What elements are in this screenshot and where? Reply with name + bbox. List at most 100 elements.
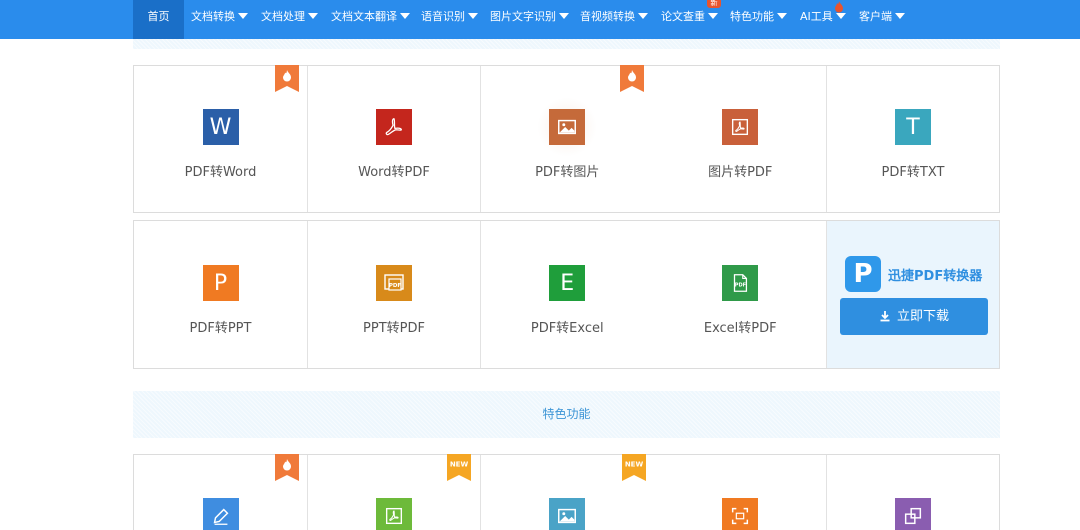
tool-pair-cell: NEW [481, 454, 827, 530]
txt-icon: T [895, 109, 931, 145]
tool-pdf-to-ppt[interactable]: P PDF转PPT [134, 221, 308, 368]
new-ribbon-text: NEW [450, 461, 469, 469]
flame-icon [835, 1, 843, 13]
image-icon [549, 109, 586, 145]
tool-pair-cell: PDF转图片 图片转PDF [481, 65, 827, 212]
tool-label: Excel转PDF [703, 321, 777, 336]
nav-doc-process[interactable]: 文档处理 [261, 0, 318, 39]
nav-label: 语音识别 [421, 10, 465, 23]
nav-label: 文档处理 [261, 10, 305, 23]
excel-icon: E [549, 265, 586, 301]
app-logo-icon: P [845, 256, 881, 292]
stripe-band [133, 39, 1000, 49]
tool-label: Word转PDF [358, 165, 430, 180]
caret-down-icon [468, 13, 478, 19]
new-badge: 新 [707, 0, 721, 8]
nav-client[interactable]: 客户端 [859, 0, 905, 39]
tool-grid-row-1: W PDF转Word Word转PDF PDF转图片 图片转PDF T PDF转… [133, 65, 1000, 213]
caret-down-icon [400, 13, 410, 19]
pdf-doc-icon [722, 109, 759, 145]
promo-download-card: P 迅捷PDF转换器 立即下载 [827, 221, 999, 368]
tool-image-to-pdf[interactable]: 图片转PDF [654, 66, 827, 212]
tool-pdf-to-word[interactable]: W PDF转Word [134, 65, 308, 212]
new-ribbon-icon: NEW [447, 454, 471, 481]
hot-ribbon-icon [620, 65, 644, 92]
tool-ppt-to-pdf[interactable]: PDF PPT转PDF [308, 221, 481, 368]
nav-av-convert[interactable]: 音视频转换 [580, 0, 648, 39]
tool-feature-scan[interactable] [654, 455, 827, 530]
nav-label: 音视频转换 [580, 10, 635, 23]
nav-speech[interactable]: 语音识别 [421, 0, 478, 39]
caret-down-icon [559, 13, 569, 19]
new-ribbon-icon: NEW [622, 454, 646, 481]
tool-feature-picture[interactable]: NEW [481, 454, 654, 530]
nav-paper-check[interactable]: 论文查重 新 [661, 0, 721, 39]
download-label: 立即下载 [896, 309, 949, 324]
tool-feature-edit[interactable] [134, 454, 308, 530]
nav-label: AI工具 [800, 10, 833, 23]
excel-glyph: E [560, 270, 575, 296]
caret-down-icon [777, 13, 787, 19]
tool-pdf-to-excel[interactable]: E PDF转Excel [481, 221, 654, 368]
caret-down-icon [238, 13, 248, 19]
svg-text:PDF: PDF [389, 283, 402, 289]
pdf-acrobat-icon [376, 109, 412, 145]
caret-down-icon [638, 13, 648, 19]
tool-label: PDF转PPT [189, 321, 252, 336]
caret-down-icon [308, 13, 318, 19]
nav-ai-tools[interactable]: AI工具 [800, 0, 846, 39]
nav-label: 文档转换 [191, 10, 235, 23]
tool-label: PDF转Excel [530, 321, 604, 336]
tool-grid-row-2: P PDF转PPT PDF PPT转PDF E PDF转Excel PDF Ex… [133, 220, 1000, 369]
nav-label: 客户端 [859, 10, 892, 23]
tool-excel-to-pdf[interactable]: PDF Excel转PDF [654, 221, 827, 368]
nav-doc-convert[interactable]: 文档转换 [191, 0, 248, 39]
tool-word-to-pdf[interactable]: Word转PDF [308, 66, 481, 212]
tool-feature-pdf[interactable]: NEW [308, 454, 481, 530]
word-glyph: W [209, 114, 232, 140]
nav-label: 特色功能 [730, 10, 774, 23]
tool-pdf-to-txt[interactable]: T PDF转TXT [827, 66, 999, 212]
promo-app-name: 迅捷PDF转换器 [888, 269, 983, 284]
nav-label: 图片文字识别 [490, 10, 556, 23]
tool-pair-cell: E PDF转Excel PDF Excel转PDF [481, 221, 827, 368]
hot-ribbon-icon [275, 65, 299, 92]
download-icon [880, 311, 890, 322]
word-icon: W [202, 109, 239, 145]
nav-label: 论文查重 [661, 10, 705, 23]
scan-icon [722, 498, 759, 530]
tool-grid-row-3: NEW NEW [133, 454, 1000, 530]
nav-label: 文档文本翻译 [331, 10, 397, 23]
download-button[interactable]: 立即下载 [840, 298, 988, 335]
svg-text:PDF: PDF [735, 283, 747, 289]
ppt-glyph: P [213, 270, 228, 296]
split-icon [895, 498, 931, 530]
tool-label: PDF转Word [184, 165, 257, 180]
nav-home[interactable]: 首页 [133, 0, 184, 39]
caret-down-icon [708, 13, 718, 19]
tool-label: 图片转PDF [708, 165, 773, 180]
hot-ribbon-icon [275, 454, 299, 481]
pdf-green-icon [376, 498, 412, 530]
txt-glyph: T [906, 114, 920, 140]
tool-pdf-to-image[interactable]: PDF转图片 [481, 65, 654, 212]
caret-down-icon [895, 13, 905, 19]
tool-feature-split[interactable] [827, 455, 999, 530]
section-title: 特色功能 [133, 391, 1000, 438]
tool-label: PDF转图片 [535, 165, 600, 180]
nav-doc-translate[interactable]: 文档文本翻译 [331, 0, 410, 39]
tool-label: PPT转PDF [363, 321, 425, 336]
edit-icon [202, 498, 239, 530]
picture-icon [549, 498, 586, 530]
tool-label: PDF转TXT [881, 165, 945, 180]
new-ribbon-text: NEW [625, 461, 644, 469]
nav-home-label: 首页 [147, 10, 170, 23]
ppt-icon: P [202, 265, 239, 301]
top-nav: 首页 文档转换 文档处理 文档文本翻译 语音识别 图片文字识别 音视频转换 论文… [0, 0, 1080, 39]
nav-features[interactable]: 特色功能 [730, 0, 787, 39]
ppt-pdf-icon: PDF [376, 265, 412, 301]
section-title-text: 特色功能 [542, 407, 591, 421]
caret-down-icon [835, 13, 846, 19]
nav-ocr[interactable]: 图片文字识别 [490, 0, 569, 39]
excel-pdf-icon: PDF [722, 265, 759, 301]
